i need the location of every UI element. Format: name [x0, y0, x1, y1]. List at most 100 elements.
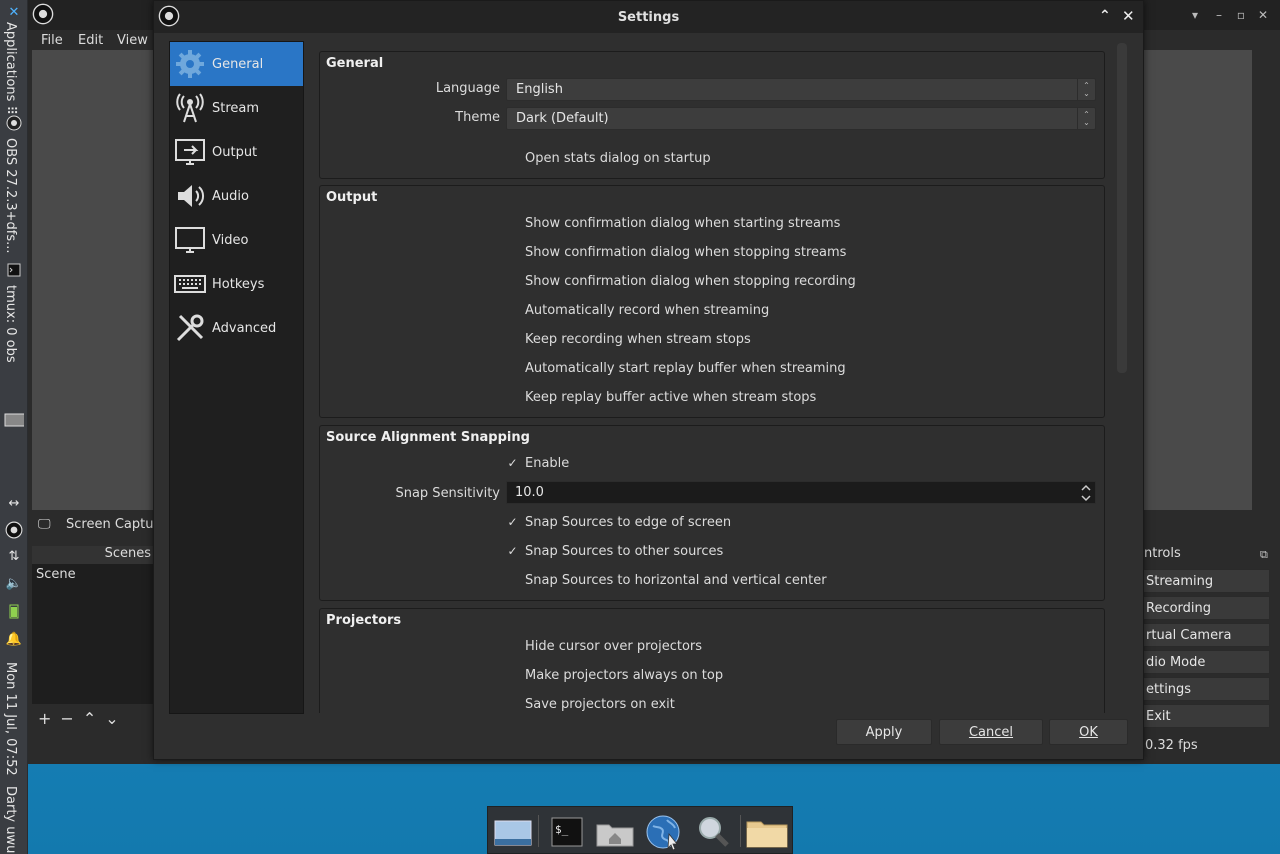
checkbox-label: Make projectors always on top [525, 667, 724, 683]
checkbox-label: Enable [525, 455, 570, 471]
theme-select[interactable]: Dark (Default) ⌃ ⌄ [506, 107, 1096, 130]
checkbox-box [506, 275, 519, 288]
applications-menu[interactable]: Applications ⠿ [3, 22, 18, 115]
volume-icon[interactable]: 🔈 [4, 573, 24, 593]
nav-output[interactable]: Output [170, 130, 303, 174]
keep-recording-checkbox[interactable]: Keep recording when stream stops [506, 329, 751, 349]
checkbox-label: Show confirmation dialog when stopping s… [525, 244, 847, 260]
menu-edit[interactable]: Edit [78, 33, 103, 48]
network-icon[interactable]: ⇅ [4, 546, 24, 566]
nav-audio[interactable]: Audio [170, 174, 303, 218]
snap-other-checkbox[interactable]: ✓ Snap Sources to other sources [506, 541, 723, 561]
stats-checkbox[interactable]: Open stats dialog on startup [506, 148, 711, 168]
group-general: General Language English ⌃ ⌄ Theme Dark (… [319, 51, 1105, 179]
virtual-camera-button[interactable]: rtual Camera [1140, 623, 1270, 647]
group-title: Output [326, 190, 378, 205]
projectors-on-top-checkbox[interactable]: Make projectors always on top [506, 665, 723, 685]
user-name[interactable]: Darty uwu [3, 786, 18, 853]
maximize-icon[interactable]: ▫ [1234, 8, 1248, 22]
menu-view[interactable]: View [117, 33, 148, 48]
group-output: Output Show confirmation dialog when sta… [319, 185, 1105, 418]
checkbox-box [506, 698, 519, 711]
cancel-button[interactable]: Cancel [939, 719, 1043, 745]
close-icon[interactable]: ✕ [1122, 7, 1135, 25]
terminal-task-icon[interactable] [4, 260, 24, 280]
settings-button[interactable]: ettings [1140, 677, 1270, 701]
shade-icon[interactable]: ▾ [1188, 8, 1202, 22]
language-select[interactable]: English ⌃ ⌄ [506, 78, 1096, 101]
sensitivity-value: 10.0 [515, 485, 544, 500]
search-icon[interactable] [692, 813, 734, 851]
checkbox-label: Snap Sources to other sources [525, 543, 724, 559]
checkbox-label: Hide cursor over projectors [525, 638, 703, 654]
nav-video[interactable]: Video [170, 218, 303, 262]
obs-tray-icon[interactable] [4, 520, 24, 540]
studio-mode-button[interactable]: dio Mode [1140, 650, 1270, 674]
move-up-icon[interactable]: ⌃ [83, 709, 96, 728]
auto-record-checkbox[interactable]: Automatically record when streaming [506, 300, 769, 320]
confirm-start-stream-checkbox[interactable]: Show confirmation dialog when starting s… [506, 213, 840, 233]
battery-icon[interactable] [4, 601, 24, 621]
web-browser-icon[interactable] [642, 813, 684, 851]
menu-file[interactable]: File [41, 33, 63, 48]
add-icon[interactable]: + [38, 709, 51, 728]
nav-general[interactable]: General [170, 42, 303, 86]
apply-button[interactable]: Apply [836, 719, 932, 745]
remove-icon[interactable]: − [60, 709, 73, 728]
nav-advanced[interactable]: Advanced [170, 306, 303, 350]
checkbox-label: Snap Sources to horizontal and vertical … [525, 572, 827, 588]
checkmark-icon: ✓ [507, 515, 518, 529]
home-folder-icon[interactable] [594, 813, 636, 851]
undock-icon[interactable]: ⧉ [1260, 548, 1268, 562]
controls-header: ntrols [1144, 546, 1181, 561]
notification-bell-icon[interactable]: 🔔 [4, 629, 24, 649]
xfce-logo-icon[interactable]: ✕ [4, 2, 24, 22]
settings-titlebar: Settings [154, 1, 1143, 33]
checkbox-box [506, 304, 519, 317]
stepper-icon[interactable] [1077, 482, 1095, 503]
terminal-icon[interactable]: $_ [546, 813, 588, 851]
exit-button[interactable]: Exit [1140, 704, 1270, 728]
keep-replay-buffer-checkbox[interactable]: Keep replay buffer active when stream st… [506, 387, 816, 407]
snap-sensitivity-input[interactable]: 10.0 [506, 481, 1096, 504]
folder-icon[interactable] [746, 813, 788, 851]
close-icon[interactable]: ✕ [1256, 8, 1270, 22]
confirm-stop-stream-checkbox[interactable]: Show confirmation dialog when stopping s… [506, 242, 846, 262]
clock[interactable]: Mon 11 Jul, 07:52 [3, 662, 18, 776]
workspace-icon[interactable] [4, 410, 24, 430]
nav-audio-label: Audio [212, 188, 249, 204]
separator [538, 815, 539, 847]
scene-item[interactable]: Scene [36, 567, 149, 582]
ok-button[interactable]: OK [1049, 719, 1128, 745]
group-title: Source Alignment Snapping [326, 430, 530, 445]
resize-arrows-icon[interactable]: ↔ [4, 493, 24, 513]
obs-task[interactable]: OBS 27.2.3+dfs... [3, 138, 18, 254]
snap-edge-checkbox[interactable]: ✓ Snap Sources to edge of screen [506, 512, 731, 532]
nav-hotkeys[interactable]: Hotkeys [170, 262, 303, 306]
settings-content: General Language English ⌃ ⌄ Theme Dark (… [319, 41, 1117, 713]
confirm-stop-recording-checkbox[interactable]: Show confirmation dialog when stopping r… [506, 271, 856, 291]
start-streaming-button[interactable]: Streaming [1140, 569, 1270, 593]
show-desktop-icon[interactable] [492, 813, 534, 851]
checkbox-box [506, 669, 519, 682]
nav-stream[interactable]: Stream [170, 86, 303, 130]
start-recording-button[interactable]: Recording [1140, 596, 1270, 620]
hide-cursor-checkbox[interactable]: Hide cursor over projectors [506, 636, 702, 656]
dialog-title: Settings [617, 9, 680, 25]
save-projectors-checkbox[interactable]: Save projectors on exit [506, 694, 675, 713]
tmux-task[interactable]: tmux: 0 obs [3, 285, 18, 363]
settings-scrollbar[interactable] [1117, 43, 1127, 373]
minimize-icon[interactable]: – [1212, 8, 1226, 22]
nav-hotkeys-label: Hotkeys [212, 276, 265, 292]
shade-up-icon[interactable]: ⌃ [1099, 8, 1111, 24]
snap-center-checkbox[interactable]: Snap Sources to horizontal and vertical … [506, 570, 827, 590]
move-down-icon[interactable]: ⌄ [105, 709, 118, 728]
snap-enable-checkbox[interactable]: ✓ Enable [506, 453, 569, 473]
auto-replay-buffer-checkbox[interactable]: Automatically start replay buffer when s… [506, 358, 846, 378]
checkbox-label: Show confirmation dialog when starting s… [525, 215, 841, 231]
checkmark-icon: ✓ [507, 456, 518, 470]
group-projectors: Projectors Hide cursor over projectors M… [319, 608, 1105, 713]
side-panel: ✕ Applications ⠿ OBS 27.2.3+dfs... tmux:… [0, 0, 28, 854]
obs-task-icon[interactable] [4, 113, 24, 133]
checkmark-icon: ✓ [507, 544, 518, 558]
